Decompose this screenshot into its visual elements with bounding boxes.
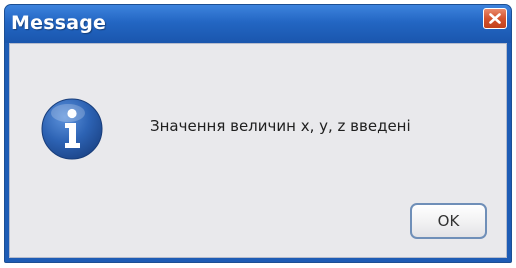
message-text: Значення величин x, y, z введені bbox=[150, 117, 411, 135]
ok-button[interactable]: OK bbox=[410, 203, 487, 239]
window-title: Message bbox=[11, 12, 107, 34]
dialog-body: Значення величин x, y, z введені OK bbox=[9, 43, 507, 258]
message-dialog: Message Значення величин x, y, z введені… bbox=[4, 4, 512, 263]
title-bar[interactable]: Message bbox=[5, 5, 511, 43]
close-icon bbox=[489, 13, 501, 24]
info-icon bbox=[41, 98, 103, 160]
close-button[interactable] bbox=[483, 8, 507, 29]
